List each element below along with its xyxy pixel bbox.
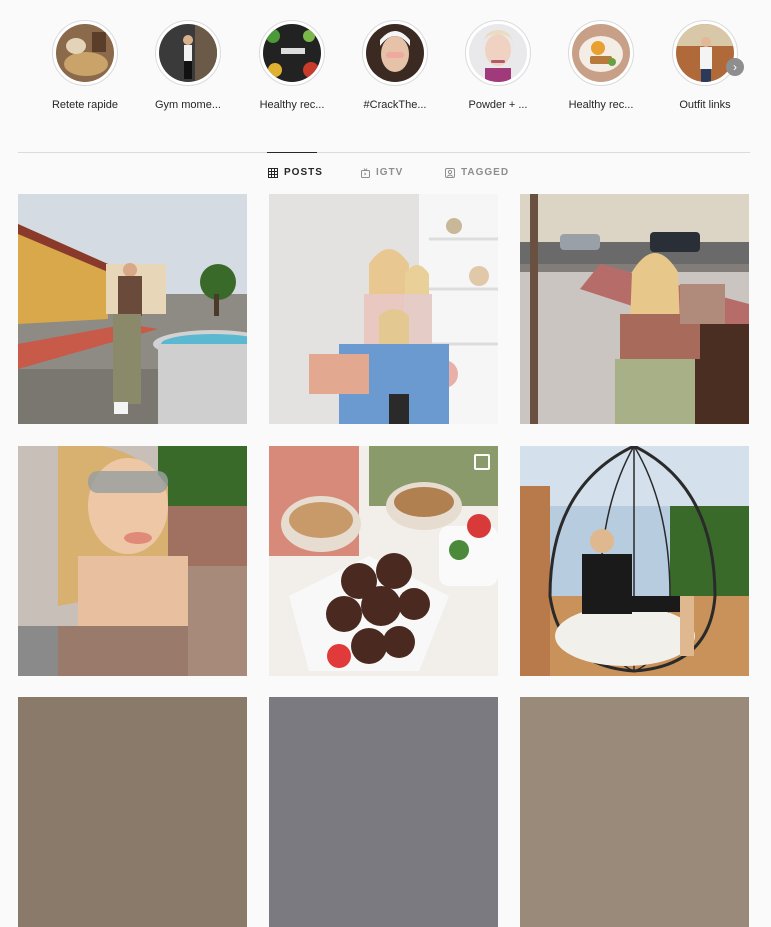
highlight-item[interactable]: Retete rapide [35, 20, 135, 112]
highlight-thumbnail [263, 24, 321, 82]
tab-label: IGTV [376, 167, 404, 178]
highlight-thumbnail [572, 24, 630, 82]
highlight-label: Healthy rec... [259, 99, 325, 111]
post-tile[interactable] [269, 697, 498, 927]
tab-label: POSTS [284, 167, 323, 178]
post-tile[interactable] [520, 446, 749, 676]
highlight-ring [52, 20, 118, 86]
highlight-thumbnail [56, 24, 114, 82]
highlight-item[interactable]: #CrackThe... [345, 20, 445, 112]
igtv-icon [361, 167, 370, 178]
post-tile[interactable] [520, 194, 749, 424]
highlight-item[interactable]: Powder + ... [448, 20, 548, 112]
post-tile[interactable] [269, 446, 498, 676]
tab-label: TAGGED [461, 167, 510, 178]
highlight-thumbnail [676, 24, 734, 82]
multiple-images-icon [474, 454, 490, 470]
highlight-ring [259, 20, 325, 86]
post-tile[interactable] [18, 697, 247, 927]
story-highlights: Retete rapide Gym mome... Healthy rec...… [0, 0, 771, 152]
highlight-label: #CrackThe... [363, 99, 427, 111]
post-tile[interactable] [269, 194, 498, 424]
grid-icon [268, 167, 278, 178]
highlight-thumbnail [366, 24, 424, 82]
highlight-label: Retete rapide [51, 99, 119, 111]
tagged-icon [445, 167, 455, 178]
highlight-label: Outfit links [679, 99, 731, 111]
highlight-ring [568, 20, 634, 86]
highlight-label: Powder + ... [468, 99, 528, 111]
chevron-right-icon[interactable]: › [726, 58, 744, 76]
highlight-thumbnail [159, 24, 217, 82]
highlight-ring [155, 20, 221, 86]
highlight-label: Healthy rec... [568, 99, 634, 111]
highlight-item[interactable]: Healthy rec... [242, 20, 342, 112]
highlight-item[interactable]: Healthy rec... [551, 20, 651, 112]
tab-tagged[interactable]: TAGGED [445, 167, 509, 178]
profile-tabs: POSTS IGTV TAGGED [0, 153, 771, 193]
post-tile[interactable] [18, 194, 247, 424]
post-tile[interactable] [18, 446, 247, 676]
highlight-item[interactable]: Gym mome... [138, 20, 238, 112]
tab-igtv[interactable]: IGTV [361, 167, 403, 178]
highlight-label: Gym mome... [154, 99, 221, 111]
highlight-ring [672, 20, 738, 86]
highlight-ring [362, 20, 428, 86]
post-tile[interactable] [520, 697, 749, 927]
tab-posts[interactable]: POSTS [268, 167, 323, 178]
highlight-thumbnail [469, 24, 527, 82]
highlight-ring [465, 20, 531, 86]
